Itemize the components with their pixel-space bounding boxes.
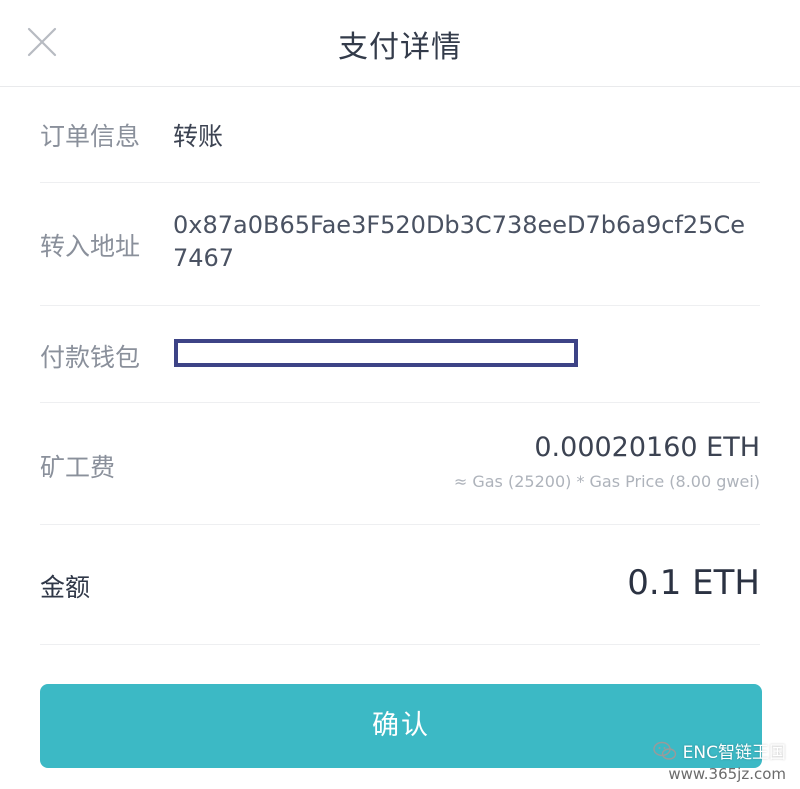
divider: [40, 182, 760, 183]
to-address-row: 转入地址 0x87a0B65Fae3F520Db3C738eeD7b6a9cf2…: [40, 209, 760, 279]
order-info-label: 订单信息: [40, 122, 141, 151]
watermark: ENC智链王国 www.365jz.com: [652, 738, 786, 783]
miner-fee-amount: 0.00020160 ETH: [534, 432, 760, 463]
watermark-brand-text: ENC智链王国: [682, 743, 786, 763]
wechat-icon: [652, 741, 676, 760]
amount-value: 0.1 ETH: [627, 563, 760, 603]
page-title: 支付详情: [338, 30, 462, 65]
divider: [40, 644, 760, 645]
miner-fee-row: 矿工费 0.00020160 ETH ≈ Gas (25200) * Gas P…: [40, 432, 760, 496]
miner-fee-detail: ≈ Gas (25200) * Gas Price (8.00 gwei): [453, 472, 760, 491]
amount-label: 金额: [40, 573, 91, 602]
header-divider: [0, 86, 800, 87]
watermark-url: www.365jz.com: [668, 765, 786, 783]
to-address-value: 0x87a0B65Fae3F520Db3C738eeD7b6a9cf25Ce74…: [173, 211, 745, 272]
pay-wallet-label: 付款钱包: [40, 343, 141, 372]
pay-wallet-row: 付款钱包: [40, 336, 760, 376]
miner-fee-label: 矿工费: [40, 453, 116, 482]
divider: [40, 524, 760, 525]
pay-wallet-redacted-box: [174, 339, 578, 367]
divider: [40, 305, 760, 306]
divider: [40, 402, 760, 403]
order-info-value: 转账: [173, 122, 224, 151]
to-address-label: 转入地址: [40, 232, 141, 261]
order-info-row: 订单信息 转账: [40, 117, 760, 153]
watermark-brand: ENC智链王国: [652, 738, 786, 763]
header: 支付详情: [0, 0, 800, 86]
amount-row: 金额 0.1 ETH: [40, 563, 760, 607]
